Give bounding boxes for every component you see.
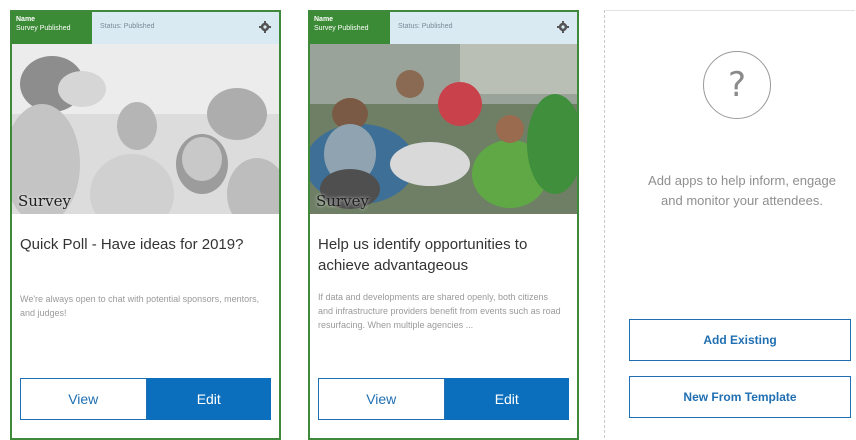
app-card-quick-poll[interactable]: Name Survey Published Status: Published [10,10,281,440]
add-app-placeholder: ? Add apps to help inform, engage and mo… [604,10,855,438]
card-header: Name Survey Published Status: Published [310,12,577,44]
card-description: We're always open to chat with potential… [20,294,260,318]
card-description: If data and developments are shared open… [318,292,561,330]
card-actions: View Edit [20,378,271,420]
card-header: Name Survey Published Status: Published [12,12,279,44]
card-photo: Survey [12,44,279,214]
add-apps-message: Add apps to help inform, engage and moni… [648,173,836,208]
gear-icon[interactable] [259,21,271,33]
view-button[interactable]: View [20,378,147,420]
badge-state: Survey Published [16,25,71,32]
edit-button[interactable]: Edit [444,378,569,420]
status-text: Status: Published [100,23,155,30]
badge-name: Name [16,16,36,23]
view-button[interactable]: View [318,378,445,420]
card-title: Quick Poll - Have ideas for 2019? [20,236,244,253]
badge-name: Name [314,16,334,23]
photo-label: Survey [18,192,71,210]
status-text: Status: Published [398,23,453,30]
group-photo [310,44,577,214]
app-card-opportunities[interactable]: Name Survey Published Status: Published [308,10,579,440]
question-glyph: ? [727,65,747,105]
card-actions: View Edit [318,378,569,420]
edit-button[interactable]: Edit [146,378,271,420]
people-photo [12,44,279,214]
status-badge: Name Survey Published [12,12,92,44]
status-badge: Name Survey Published [310,12,390,44]
card-photo: Survey [310,44,577,214]
photo-label: Survey [316,192,369,210]
badge-state: Survey Published [314,25,369,32]
card-title: Help us identify opportunities to achiev… [318,236,528,274]
new-from-template-button[interactable]: New From Template [629,376,851,418]
question-icon: ? [703,51,771,119]
gear-icon[interactable] [557,21,569,33]
add-existing-button[interactable]: Add Existing [629,319,851,361]
